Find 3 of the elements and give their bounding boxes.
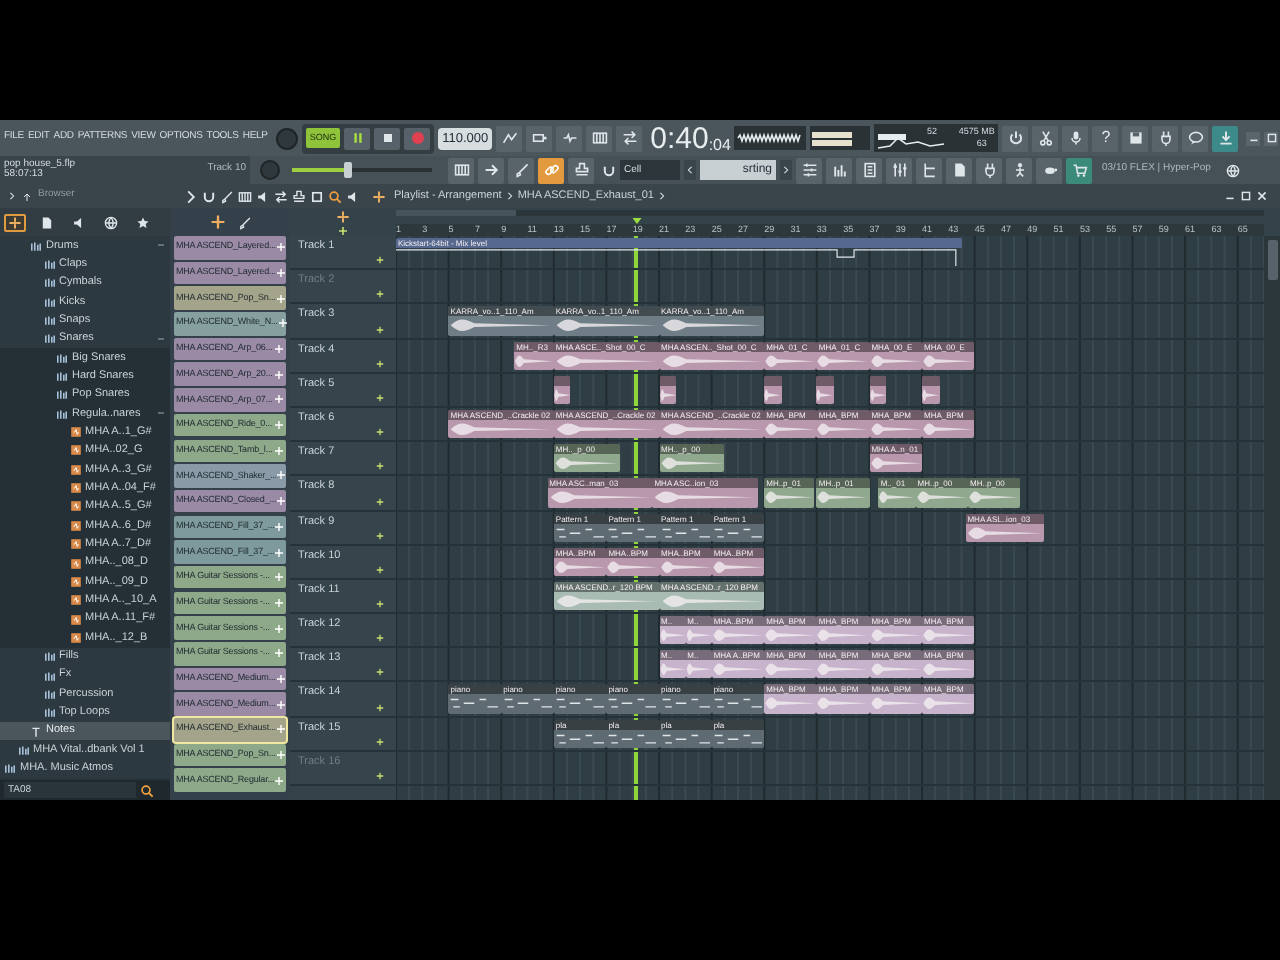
song-time: 0:40 (650, 123, 709, 153)
help-button[interactable]: ? (1092, 125, 1119, 151)
song-time-fraction: :04 (708, 135, 731, 153)
